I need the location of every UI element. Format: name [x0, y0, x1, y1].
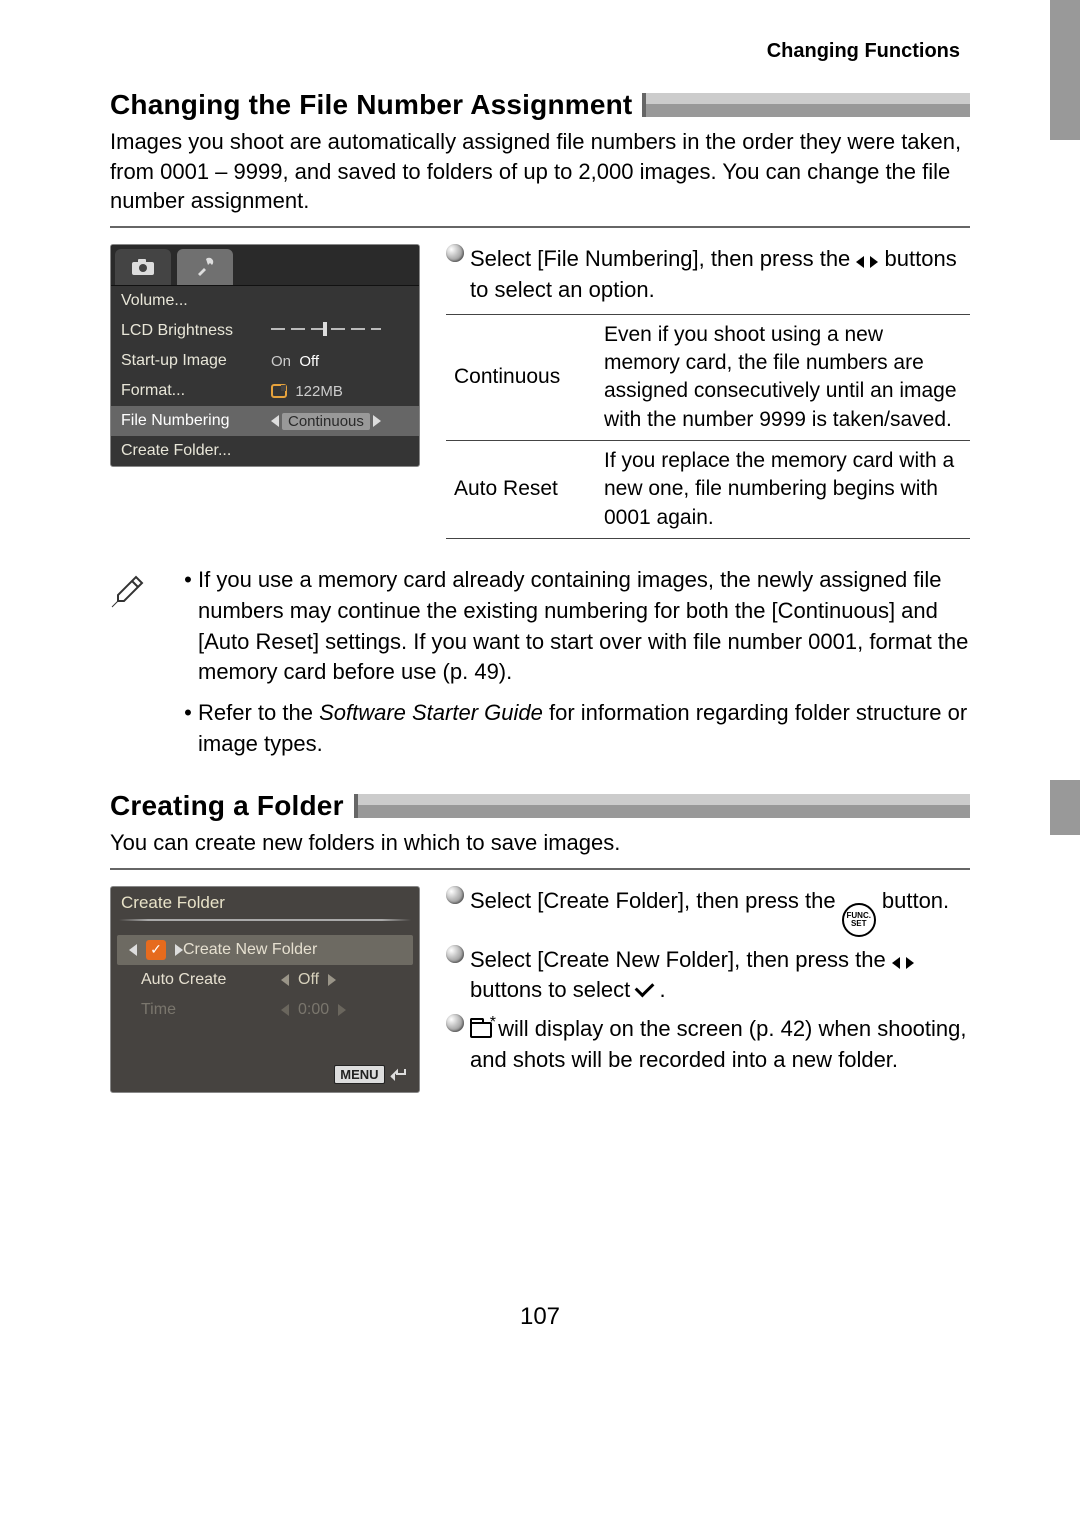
section1-step: Select [File Numbering], then press the … — [470, 244, 970, 306]
menu-volume: Volume... — [121, 292, 271, 310]
sidebar-tab — [1050, 0, 1080, 140]
option-name: Continuous — [446, 314, 596, 440]
camera-menu-screenshot-2: Create Folder ✓ Create New Folder Auto C… — [110, 886, 420, 1093]
camera-menu-screenshot-1: Volume... LCD Brightness Start-up Image … — [110, 244, 420, 467]
left-right-arrows-icon — [892, 957, 914, 969]
option-name: Auto Reset — [446, 441, 596, 539]
triangle-left-icon — [271, 415, 279, 427]
file-numbering-value: Continuous — [271, 413, 381, 430]
bullet-icon — [446, 886, 464, 904]
option-desc: If you replace the memory card with a ne… — [596, 441, 970, 539]
bullet-icon — [446, 244, 464, 262]
left-right-arrows-icon — [856, 256, 878, 268]
triangle-right-icon — [338, 1004, 346, 1016]
heading-bar — [358, 794, 970, 818]
triangle-right-icon — [373, 415, 381, 427]
bullet-icon — [446, 1014, 464, 1032]
func-set-button-icon: FUNC.SET — [842, 903, 876, 937]
divider — [110, 226, 970, 228]
lcd2-time-value: 0:00 — [298, 1001, 329, 1019]
section2-step1: Select [Create Folder], then press the F… — [470, 886, 970, 937]
lcd2-time: Time — [141, 1001, 281, 1019]
menu-format: Format... — [121, 382, 271, 400]
note-item: If you use a memory card already contain… — [198, 565, 970, 688]
lcd2-autocreate: Auto Create — [141, 971, 281, 989]
section2-intro: You can create new folders in which to s… — [110, 828, 970, 858]
pencil-note-icon — [110, 565, 160, 770]
section2-step3: will display on the screen (p. 42) when … — [470, 1014, 970, 1076]
startup-value: On Off — [271, 353, 409, 370]
return-arrow-icon — [389, 1067, 407, 1081]
divider — [110, 868, 970, 870]
triangle-right-icon — [328, 974, 336, 986]
menu-lcd-brightness: LCD Brightness — [121, 322, 271, 340]
bullet-icon — [446, 945, 464, 963]
tab-camera-icon — [115, 249, 171, 285]
table-row: Continuous Even if you shoot using a new… — [446, 314, 970, 440]
heading-bar — [646, 93, 970, 117]
options-table: Continuous Even if you shoot using a new… — [446, 314, 970, 539]
triangle-left-icon — [281, 1004, 289, 1016]
tab-tools-icon — [177, 249, 233, 285]
menu-file-numbering: File Numbering — [121, 412, 271, 430]
menu-create-folder: Create Folder... — [121, 442, 271, 460]
triangle-left-icon — [281, 974, 289, 986]
page-number: 107 — [110, 1303, 970, 1331]
triangle-right-icon — [175, 944, 183, 956]
menu-button-icon: MENU — [334, 1065, 384, 1084]
section2-step2: Select [Create New Folder], then press t… — [470, 945, 970, 1007]
lcd2-autocreate-value: Off — [298, 971, 319, 989]
lcd2-title: Create Folder — [111, 887, 419, 919]
sidebar-tab-lower — [1050, 780, 1080, 835]
section1-intro: Images you shoot are automatically assig… — [110, 127, 970, 216]
section1-title: Changing the File Number Assignment — [110, 89, 632, 121]
table-row: Auto Reset If you replace the memory car… — [446, 441, 970, 539]
note-item: Refer to the Software Starter Guide for … — [198, 698, 970, 760]
page-header: Changing Functions — [110, 40, 970, 63]
section2-title: Creating a Folder — [110, 790, 344, 822]
menu-startup-image: Start-up Image — [121, 352, 271, 370]
checkbox-checked-icon: ✓ — [146, 940, 166, 960]
brightness-slider-icon — [271, 322, 409, 340]
checkmark-icon — [636, 977, 653, 1002]
format-value: 122MB — [271, 383, 409, 400]
note-list: If you use a memory card already contain… — [180, 565, 970, 770]
new-folder-icon — [470, 1022, 492, 1038]
lcd2-create-new-folder: ✓ Create New Folder — [117, 935, 413, 965]
option-desc: Even if you shoot using a new memory car… — [596, 314, 970, 440]
triangle-left-icon — [129, 944, 137, 956]
